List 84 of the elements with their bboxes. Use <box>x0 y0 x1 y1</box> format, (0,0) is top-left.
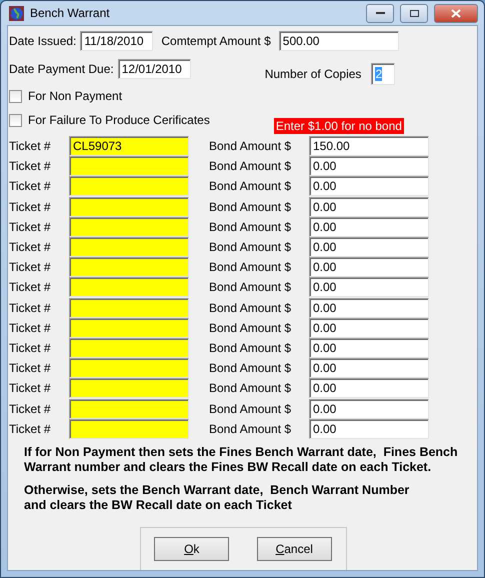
date-issued-field[interactable]: 11/18/2010 <box>80 30 154 50</box>
bond-amount-field[interactable]: 0.00 <box>309 216 429 237</box>
bond-label: Bond Amount $ <box>209 381 292 396</box>
bond-label: Bond Amount $ <box>209 179 292 194</box>
bond-amount-field[interactable]: 0.00 <box>309 156 429 176</box>
ok-button[interactable]: Ok <box>154 537 230 561</box>
contempt-amount-field[interactable]: 500.00 <box>278 30 399 50</box>
bond-amount-field[interactable]: 0.00 <box>309 418 429 439</box>
ticket-field[interactable] <box>69 298 189 318</box>
ticket-label: Ticket # <box>9 159 52 174</box>
bond-amount-field[interactable]: 0.00 <box>309 257 429 278</box>
ticket-label: Ticket # <box>9 381 52 396</box>
ticket-field[interactable] <box>69 277 189 298</box>
ticket-label: Ticket # <box>9 422 52 436</box>
bond-note: Enter $1.00 for no bond <box>274 118 404 134</box>
bond-label: Bond Amount $ <box>209 200 292 214</box>
ticket-label: Ticket # <box>9 402 52 416</box>
bond-amount-field[interactable]: 0.00 <box>309 378 429 398</box>
ticket-field[interactable] <box>69 378 189 398</box>
ticket-label: Ticket # <box>9 179 52 194</box>
ticket-label: Ticket # <box>9 320 52 335</box>
bond-label: Bond Amount $ <box>209 320 292 335</box>
bond-label: Bond Amount $ <box>209 340 292 355</box>
ticket-label: Ticket # <box>9 300 52 315</box>
ticket-field[interactable] <box>69 176 189 196</box>
instruction-text: Otherwise, sets the Bench Warrant date, Bench Warrant Number and clears the BW Recall date on each Ticket <box>24 482 410 513</box>
ticket-field[interactable]: CL59073 <box>69 136 189 156</box>
ticket-field[interactable] <box>69 257 189 278</box>
ticket-field[interactable] <box>69 398 189 419</box>
minimize-icon <box>376 12 384 14</box>
field-label: Date Payment Due: <box>9 62 114 76</box>
instruction-text: If for Non Payment then sets the Fines Bench Warrant date, Fines Bench Warrant number and clears the Fines BW Recall date on each Ticket. <box>24 444 459 475</box>
bond-amount-field[interactable]: 0.00 <box>309 358 429 378</box>
ticket-label: Ticket # <box>9 280 52 294</box>
field-label: Date Issued: <box>9 34 76 48</box>
maximize-icon <box>410 10 418 16</box>
ticket-field[interactable] <box>69 156 189 176</box>
bond-label: Bond Amount $ <box>209 300 292 315</box>
globe-icon <box>9 6 24 20</box>
checkbox[interactable] <box>9 114 22 126</box>
payment-due-field[interactable]: 12/01/2010 <box>118 59 191 79</box>
bond-amount-field[interactable]: 0.00 <box>309 298 429 318</box>
checkbox-label[interactable]: For Failure To Produce Cerificates <box>28 113 210 127</box>
bond-amount-field[interactable]: 0.00 <box>309 176 429 196</box>
ticket-label: Ticket # <box>9 200 52 214</box>
bond-label: Bond Amount $ <box>209 139 292 154</box>
bond-amount-field[interactable]: 0.00 <box>309 398 429 419</box>
bond-label: Bond Amount $ <box>209 402 292 416</box>
bond-amount-field[interactable]: 0.00 <box>309 338 429 358</box>
close-button[interactable] <box>434 4 478 22</box>
field-label: Comtempt Amount $ <box>161 34 271 48</box>
checkbox-label[interactable]: For Non Payment <box>28 89 122 103</box>
ticket-field[interactable] <box>69 216 189 237</box>
bond-label: Bond Amount $ <box>209 260 292 274</box>
checkbox[interactable] <box>9 90 22 102</box>
bond-label: Bond Amount $ <box>209 240 292 254</box>
cancel-button[interactable]: Cancel <box>256 537 332 561</box>
ticket-label: Ticket # <box>9 340 52 355</box>
minimize-button[interactable] <box>366 4 394 22</box>
ticket-field[interactable] <box>69 318 189 338</box>
bond-amount-field[interactable]: 150.00 <box>309 136 429 156</box>
bond-amount-field[interactable]: 0.00 <box>309 196 429 217</box>
ticket-label: Ticket # <box>9 260 52 274</box>
bond-label: Bond Amount $ <box>209 159 292 174</box>
field-label: Number of Copies <box>264 67 362 81</box>
ticket-label: Ticket # <box>9 361 52 376</box>
bond-amount-field[interactable]: 0.00 <box>309 277 429 298</box>
ticket-field[interactable] <box>69 237 189 258</box>
ticket-field[interactable] <box>69 358 189 378</box>
ticket-label: Ticket # <box>9 220 52 234</box>
maximize-button[interactable] <box>400 4 428 22</box>
ticket-field[interactable] <box>69 418 189 439</box>
window-title: Bench Warrant <box>30 6 111 20</box>
bond-label: Bond Amount $ <box>209 220 292 234</box>
bond-label: Bond Amount $ <box>209 280 292 294</box>
close-icon <box>451 8 461 18</box>
bond-label: Bond Amount $ <box>209 361 292 376</box>
bond-amount-field[interactable]: 0.00 <box>309 318 429 338</box>
bond-amount-field[interactable]: 0.00 <box>309 237 429 258</box>
bond-label: Bond Amount $ <box>209 422 292 436</box>
ticket-label: Ticket # <box>9 240 52 254</box>
ticket-field[interactable] <box>69 338 189 358</box>
ticket-field[interactable] <box>69 196 189 217</box>
ticket-label: Ticket # <box>9 139 52 154</box>
